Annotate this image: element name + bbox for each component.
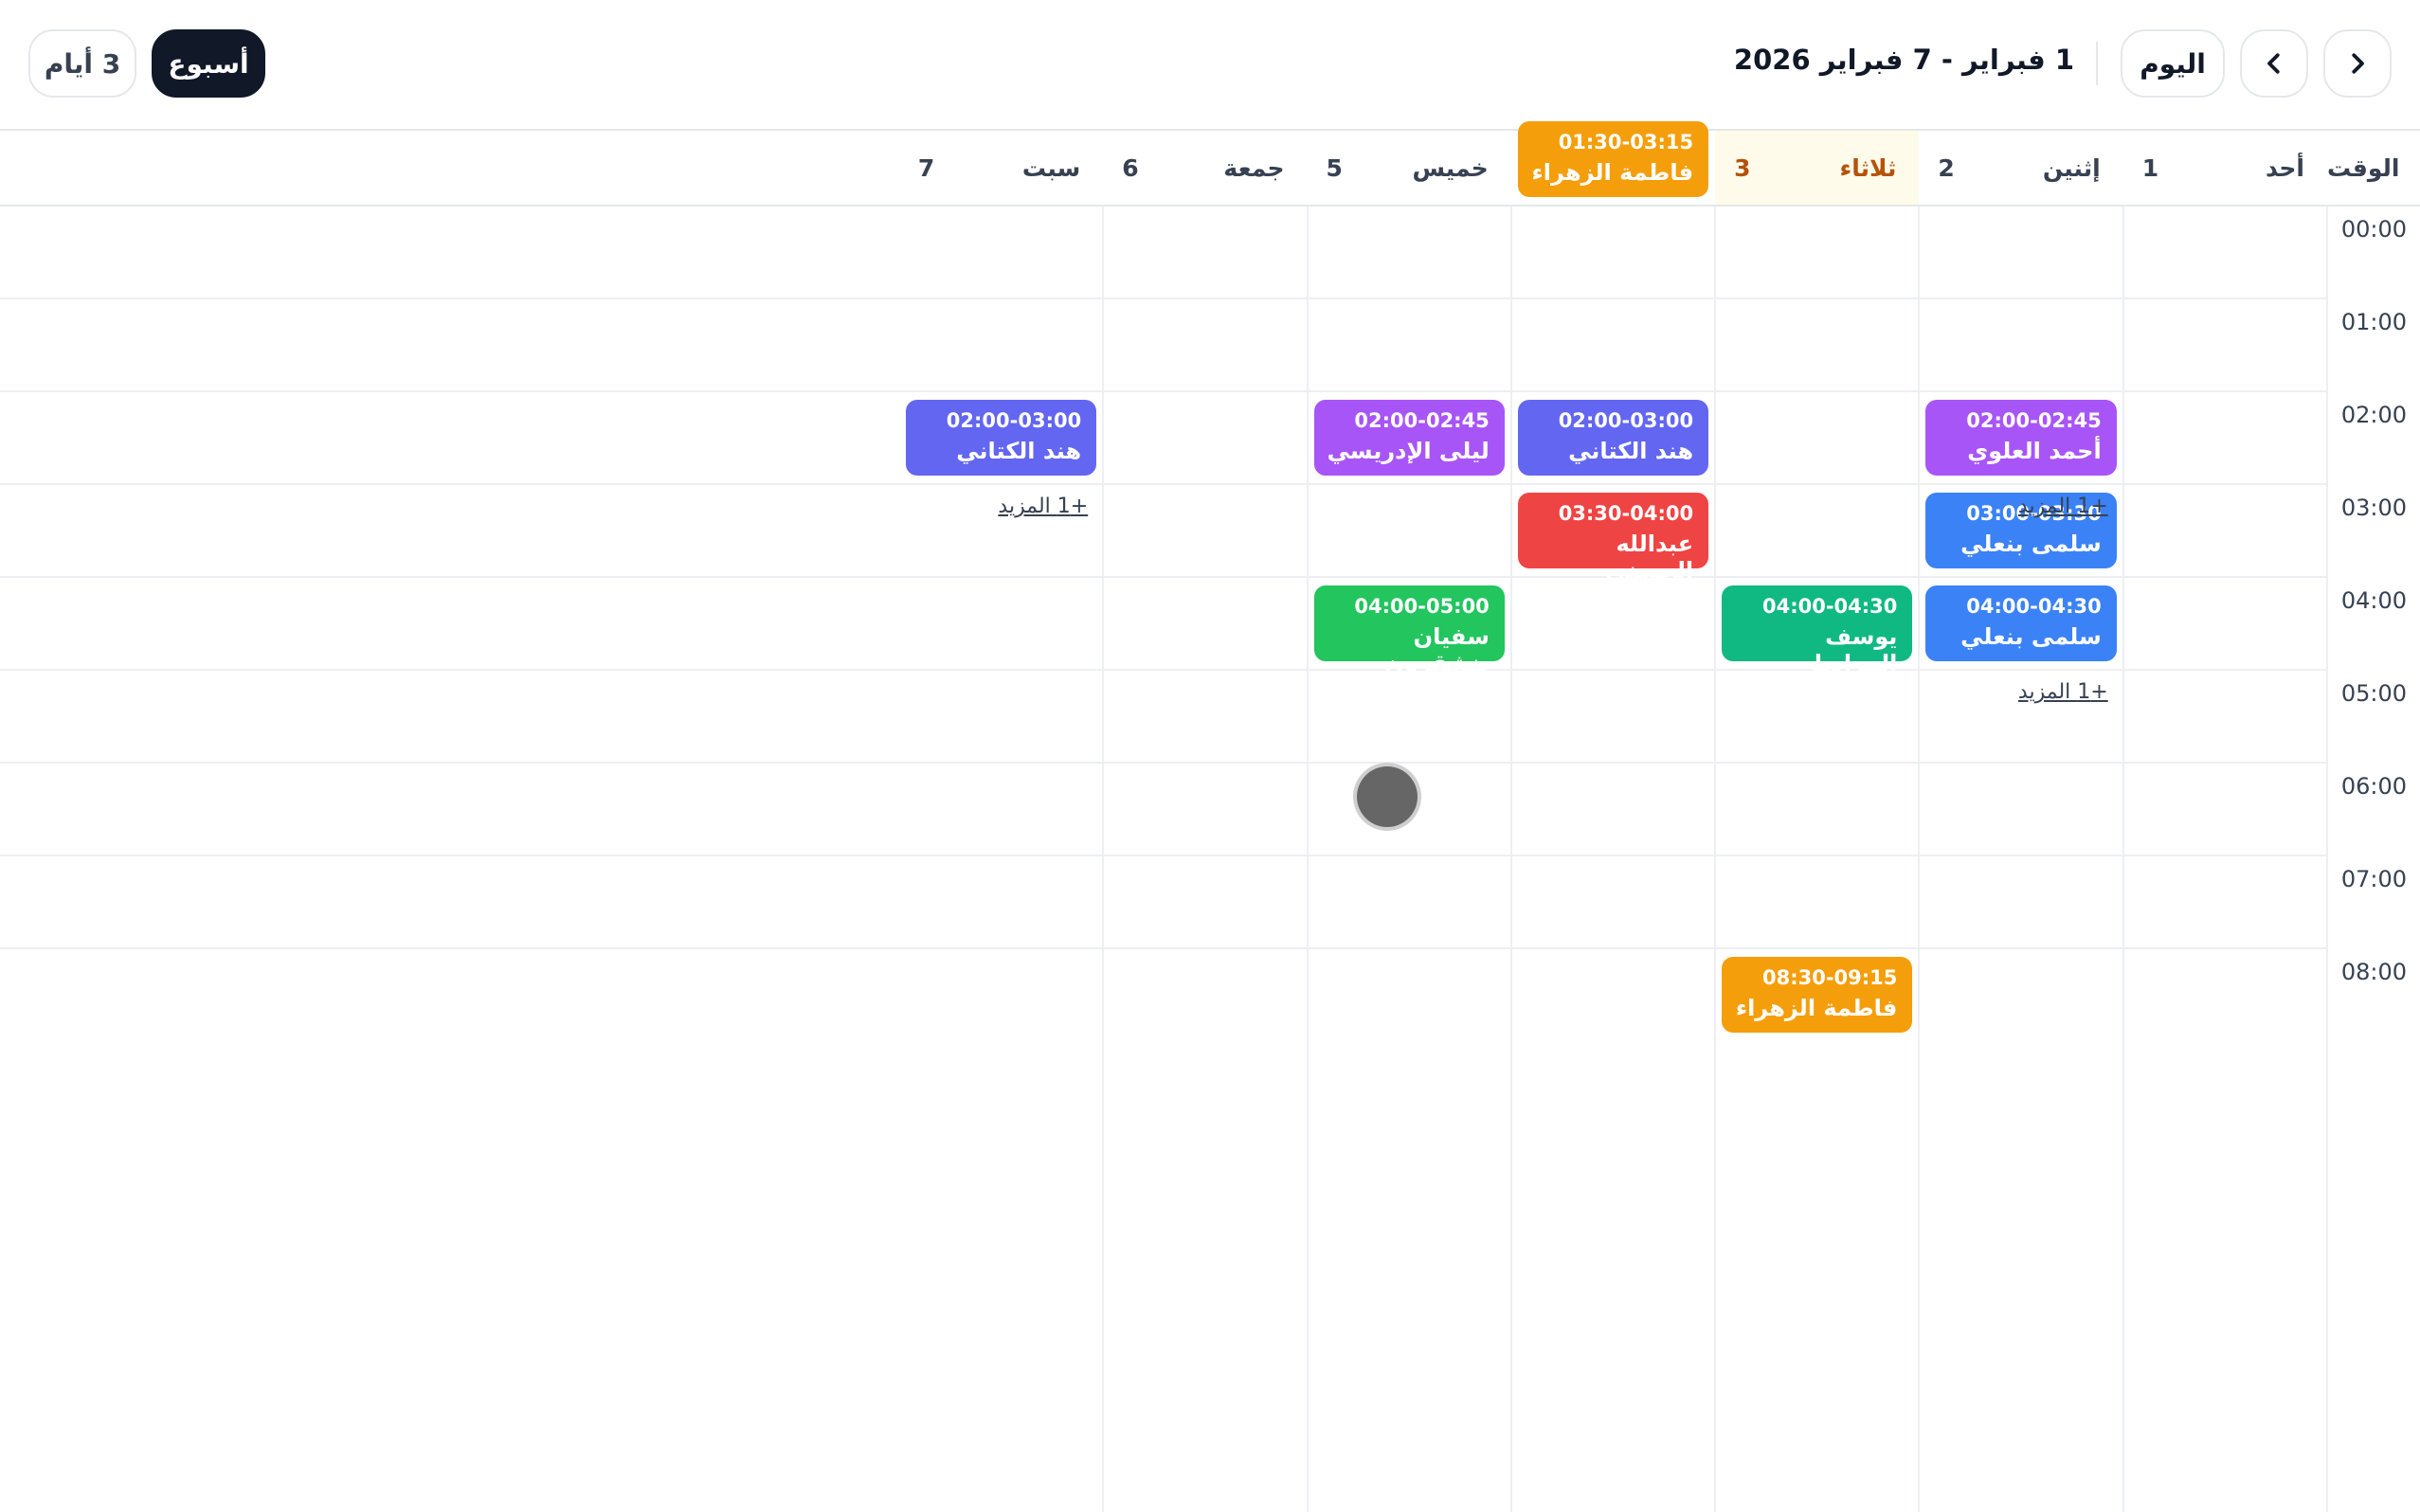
day-number: 6 xyxy=(1122,153,1139,182)
event-title: هند الكتاني xyxy=(956,438,1082,464)
hour-divider xyxy=(0,947,2327,949)
calendar-page: اليوم 1 فبراير - 7 فبراير 2026 أسبوع 3 أ… xyxy=(0,0,2420,1512)
day-number: 1 xyxy=(2141,153,2159,182)
event-time: 02:00-02:45 xyxy=(1354,409,1490,432)
next-week-button[interactable] xyxy=(2240,29,2308,98)
day-header-5[interactable]: خميس 5 xyxy=(1308,131,1511,205)
event-title: ليلى الإدريسي xyxy=(1327,438,1490,464)
more-events-link[interactable]: +1 المزيد xyxy=(2018,495,2108,518)
time-label: 03:00 xyxy=(2340,495,2407,521)
event-time: 02:00-03:00 xyxy=(946,409,1082,432)
hour-divider xyxy=(0,669,2327,671)
event-time: 03:30-04:00 xyxy=(1558,502,1694,525)
view-three-days-button[interactable]: 3 أيام xyxy=(28,29,136,98)
event-card[interactable]: 02:00-02:45 أحمد العلوي xyxy=(1925,400,2117,476)
event-card[interactable]: 04:00-04:30 سلمى بنعلي xyxy=(1925,585,2117,661)
day-name: جمعة xyxy=(1223,153,1285,182)
day-column-divider xyxy=(1714,207,1717,1512)
event-title: عبدالله الحسني xyxy=(1605,531,1694,584)
touch-cursor-indicator xyxy=(1353,763,1421,831)
event-time: 08:30-09:15 xyxy=(1761,966,1898,989)
event-time: 02:00-02:45 xyxy=(1966,409,2102,432)
event-time: 04:00-04:30 xyxy=(1761,595,1898,618)
day-header-2[interactable]: إثنين 2 xyxy=(1919,131,2122,205)
day-header-6[interactable]: جمعة 6 xyxy=(1103,131,1307,205)
event-card[interactable]: 02:00-02:45 ليلى الإدريسي xyxy=(1313,400,1505,476)
more-events-link[interactable]: +1 المزيد xyxy=(998,495,1088,518)
day-name: أحد xyxy=(2265,153,2304,182)
day-name: سبت xyxy=(1021,153,1081,182)
event-card[interactable]: 03:30-04:00 عبدالله الحسني xyxy=(1517,493,1709,584)
previous-week-button[interactable] xyxy=(2323,29,2392,98)
time-label: 08:00 xyxy=(2340,959,2407,985)
event-title: فاطمة الزهراء xyxy=(1531,159,1694,186)
header-divider xyxy=(2096,42,2098,85)
event-card[interactable]: 08:30-09:15 فاطمة الزهراء xyxy=(1722,957,1913,1033)
date-range-title: 1 فبراير - 7 فبراير 2026 xyxy=(1733,44,2074,76)
view-week-button[interactable]: أسبوع xyxy=(152,29,265,98)
hour-divider xyxy=(0,390,2327,392)
event-title: أحمد العلوي xyxy=(1967,438,2102,464)
time-label: 06:00 xyxy=(2340,773,2407,800)
time-label: 01:00 xyxy=(2340,309,2407,335)
time-label: 07:00 xyxy=(2340,866,2407,892)
more-events-link[interactable]: +1 المزيد xyxy=(2018,680,2108,704)
event-time: 01:30-03:15 xyxy=(1558,131,1694,153)
day-column-divider xyxy=(1102,207,1105,1512)
day-name: ثلاثاء xyxy=(1839,153,1897,182)
hour-divider xyxy=(0,483,2327,485)
chevron-left-icon xyxy=(2267,53,2280,74)
day-name: خميس xyxy=(1412,153,1489,182)
event-time: 04:00-05:00 xyxy=(1354,595,1490,618)
time-label: 02:00 xyxy=(2340,402,2407,428)
chevron-right-icon xyxy=(2352,53,2364,74)
time-label: 05:00 xyxy=(2340,680,2407,707)
event-title: هند الكتاني xyxy=(1568,438,1694,464)
day-number: 2 xyxy=(1938,153,1955,182)
event-card[interactable]: 04:00-05:00 سفيان بنشقرون xyxy=(1313,585,1505,676)
event-card[interactable]: 02:00-03:00 هند الكتاني xyxy=(905,400,1097,476)
day-number: 7 xyxy=(917,153,935,182)
event-time: 04:00-04:30 xyxy=(1966,595,2102,618)
day-header-1[interactable]: أحد 1 xyxy=(2123,131,2327,205)
hour-divider xyxy=(0,762,2327,764)
day-header-3[interactable]: ثلاثاء 3 xyxy=(1715,131,1920,205)
time-label: 00:00 xyxy=(2340,216,2407,243)
event-title: سفيان بنشقرون xyxy=(1383,623,1490,676)
day-column-divider xyxy=(2122,207,2124,1512)
event-title: يوسف المرابط xyxy=(1811,623,1898,676)
calendar-header: اليوم 1 فبراير - 7 فبراير 2026 أسبوع 3 أ… xyxy=(0,0,2420,129)
event-card[interactable]: 01:30-03:15 فاطمة الزهراء xyxy=(1517,121,1709,197)
day-column-divider xyxy=(1918,207,1921,1512)
event-time: 02:00-03:00 xyxy=(1558,409,1694,432)
event-title: سلمى بنعلي xyxy=(1960,531,2102,557)
day-name: إثنين xyxy=(2042,153,2101,182)
event-card[interactable]: 02:00-03:00 هند الكتاني xyxy=(1517,400,1709,476)
day-column-divider xyxy=(1509,207,1512,1512)
time-label: 04:00 xyxy=(2340,587,2407,614)
time-column-header: الوقت xyxy=(2327,153,2400,182)
day-column-divider xyxy=(2326,207,2328,1512)
event-title: فاطمة الزهراء xyxy=(1735,995,1898,1021)
hour-divider xyxy=(0,576,2327,578)
hour-divider xyxy=(0,297,2327,299)
week-grid: 00:00 01:00 02:00 03:00 04:00 05:00 06:00 07:00… xyxy=(0,121,2420,1512)
today-button[interactable]: اليوم xyxy=(2121,29,2225,98)
day-header-row: الوقت أحد1إثنين2ثلاثاء3أربعاء4خميس5جمعة6… xyxy=(0,129,2420,207)
day-number: 3 xyxy=(1734,153,1751,182)
event-title: سلمى بنعلي xyxy=(1960,623,2102,650)
event-card[interactable]: 04:00-04:30 يوسف المرابط xyxy=(1722,585,1913,676)
day-header-7[interactable]: سبت 7 xyxy=(899,131,1103,205)
day-column-divider xyxy=(1306,207,1309,1512)
hour-divider xyxy=(0,855,2327,856)
day-number: 5 xyxy=(1326,153,1343,182)
